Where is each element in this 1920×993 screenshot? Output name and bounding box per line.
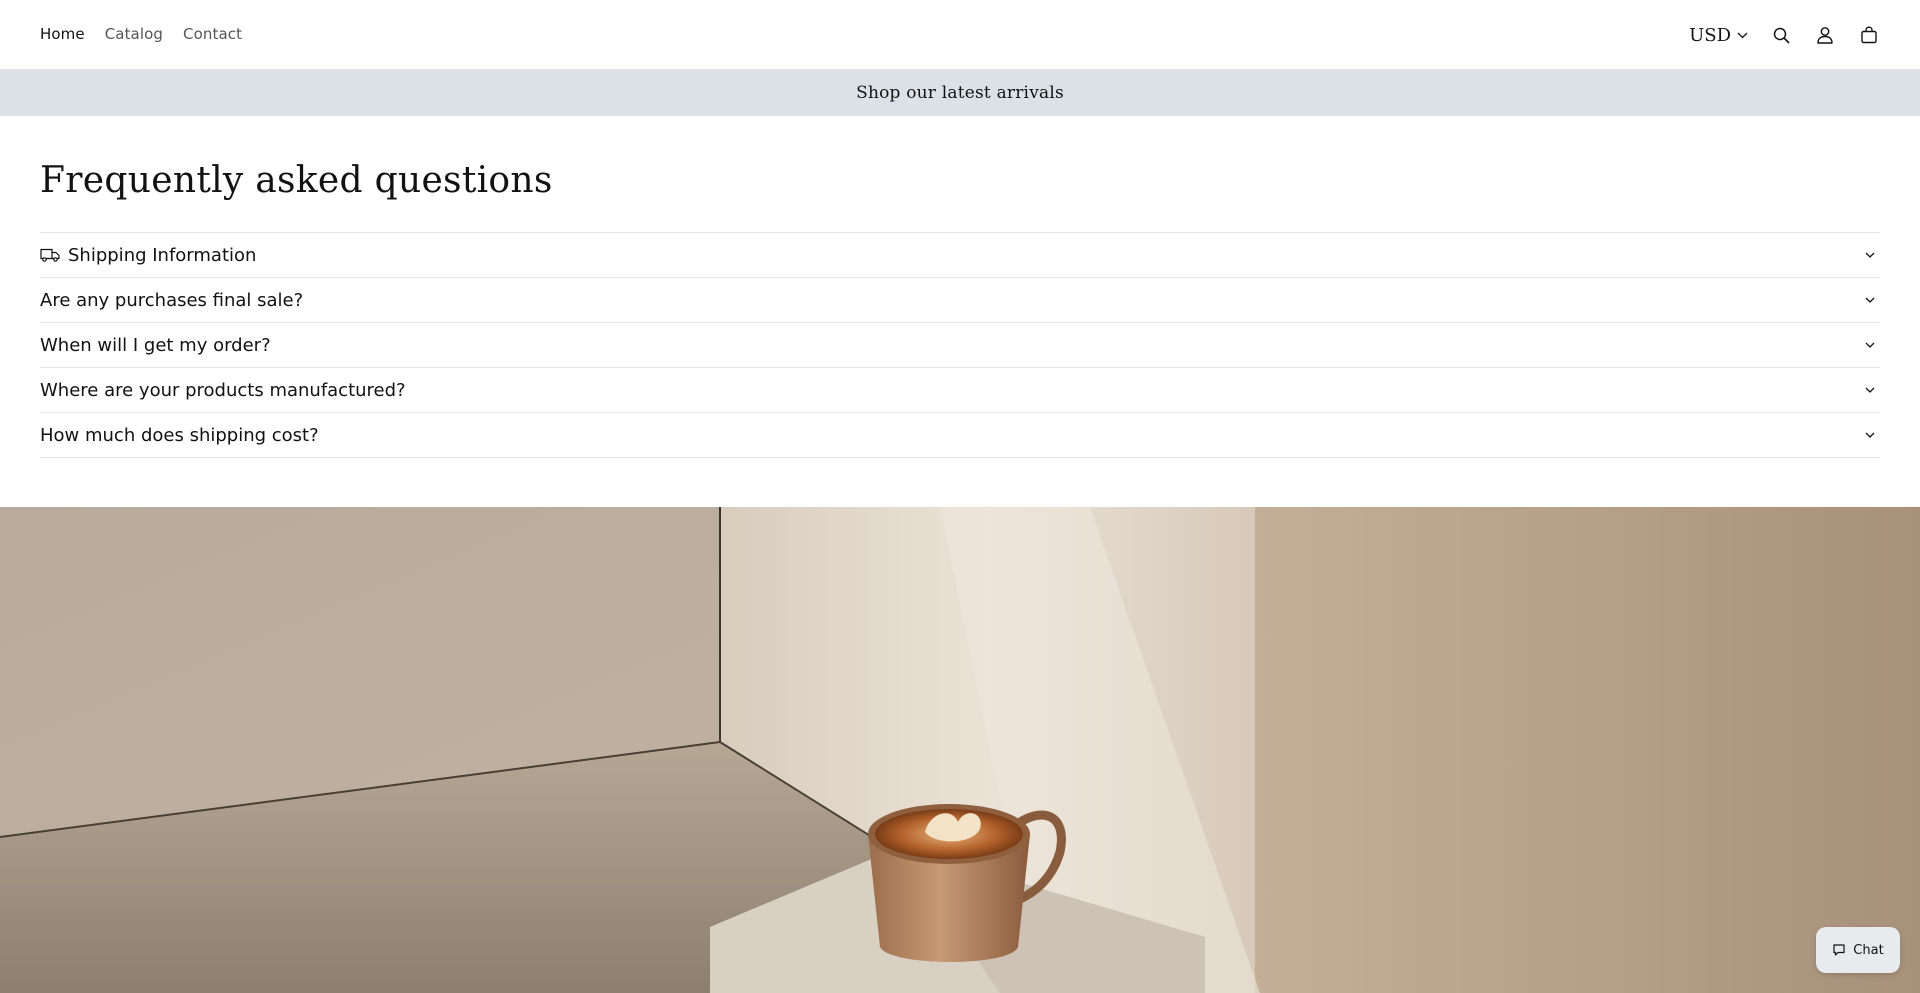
chat-button[interactable]: Chat — [1816, 927, 1900, 973]
faq-question: Shipping Information — [68, 244, 257, 266]
cart-button[interactable] — [1858, 24, 1880, 46]
chevron-down-icon — [1737, 32, 1748, 38]
faq-item-final-sale[interactable]: Are any purchases final sale? — [40, 278, 1880, 323]
chevron-down-icon — [1865, 342, 1875, 348]
nav-catalog[interactable]: Catalog — [105, 24, 163, 44]
faq-item-order-arrival[interactable]: When will I get my order? — [40, 323, 1880, 368]
nav-contact[interactable]: Contact — [183, 24, 242, 44]
faq-item-manufacturing[interactable]: Where are your products manufactured? — [40, 368, 1880, 413]
currency-selector[interactable]: USD — [1689, 25, 1748, 46]
hero-image — [0, 507, 1920, 993]
faq-heading: Frequently asked questions — [40, 160, 553, 201]
chevron-down-icon — [1865, 252, 1875, 258]
truck-icon — [40, 248, 60, 262]
chevron-down-icon — [1865, 432, 1875, 438]
header-actions: USD — [1689, 20, 1880, 50]
chevron-down-icon — [1865, 387, 1875, 393]
cart-icon — [1861, 26, 1877, 44]
faq-item-shipping-information[interactable]: Shipping Information — [40, 233, 1880, 278]
faq-item-content: Shipping Information — [40, 245, 256, 266]
faq-question: When will I get my order? — [40, 334, 271, 356]
announcement-bar[interactable]: Shop our latest arrivals — [0, 70, 1920, 116]
search-icon — [1773, 27, 1789, 43]
chevron-down-icon — [1865, 297, 1875, 303]
chat-label: Chat — [1853, 942, 1884, 958]
currency-label: USD — [1689, 24, 1731, 46]
site-header: Home Catalog Contact USD — [0, 0, 1920, 70]
account-button[interactable] — [1814, 24, 1836, 46]
main-nav: Home Catalog Contact — [40, 24, 242, 44]
faq-item-shipping-cost[interactable]: How much does shipping cost? — [40, 413, 1880, 458]
announcement-text: Shop our latest arrivals — [856, 83, 1064, 103]
chat-bubble-icon — [1833, 944, 1845, 956]
faq-accordion: Shipping Information Are any purchases f… — [40, 232, 1880, 458]
faq-question: How much does shipping cost? — [40, 424, 319, 446]
faq-question: Are any purchases final sale? — [40, 289, 304, 311]
nav-home[interactable]: Home — [40, 24, 85, 44]
account-icon — [1817, 27, 1833, 44]
faq-question: Where are your products manufactured? — [40, 379, 406, 401]
search-button[interactable] — [1770, 24, 1792, 46]
